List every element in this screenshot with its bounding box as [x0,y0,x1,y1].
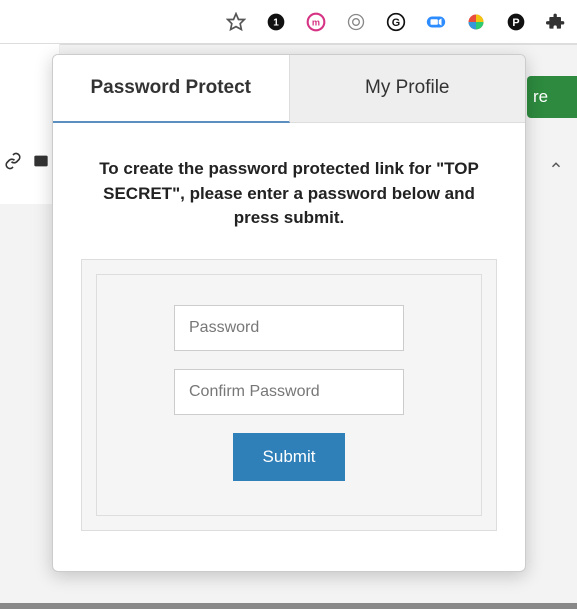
tab-label: My Profile [365,77,449,98]
chevron-up-icon[interactable] [549,158,563,177]
form-outer-box: Submit [81,259,497,531]
tab-password-protect[interactable]: Password Protect [53,55,290,123]
submit-button[interactable]: Submit [233,433,346,481]
link-icon[interactable] [2,150,24,172]
zoom-icon[interactable] [425,11,447,33]
tab-my-profile[interactable]: My Profile [290,55,526,123]
confirm-password-field[interactable] [174,369,404,415]
star-icon[interactable] [225,11,247,33]
share-label-fragment: re [533,87,548,107]
password-field[interactable] [174,305,404,351]
extension-popup: Password Protect My Profile To create th… [52,54,526,572]
svg-text:G: G [392,17,400,29]
instruction-text: To create the password protected link fo… [81,157,497,231]
p-black-icon[interactable]: P [505,11,527,33]
svg-text:1: 1 [273,17,279,28]
popup-tabs: Password Protect My Profile [53,55,525,123]
submit-label: Submit [263,447,316,466]
m-red-icon[interactable]: m [305,11,327,33]
popup-body: To create the password protected link fo… [53,123,525,571]
bottom-bar [0,603,577,609]
toolbar-icons: 1 m G P [225,11,567,33]
svg-text:P: P [512,17,519,29]
svg-text:m: m [312,17,320,27]
circle-1-icon[interactable]: 1 [265,11,287,33]
share-button-fragment[interactable]: re [527,76,577,118]
left-action-icons [0,150,52,172]
form-inner-box: Submit [96,274,482,516]
browser-toolbar: 1 m G P [0,0,577,44]
color-wheel-icon[interactable] [465,11,487,33]
tab-label: Password Protect [91,77,252,98]
plus-icon[interactable] [30,150,52,172]
extensions-icon[interactable] [545,11,567,33]
clock-icon[interactable] [345,11,367,33]
page-white-strip [0,44,60,204]
grammarly-icon[interactable]: G [385,11,407,33]
